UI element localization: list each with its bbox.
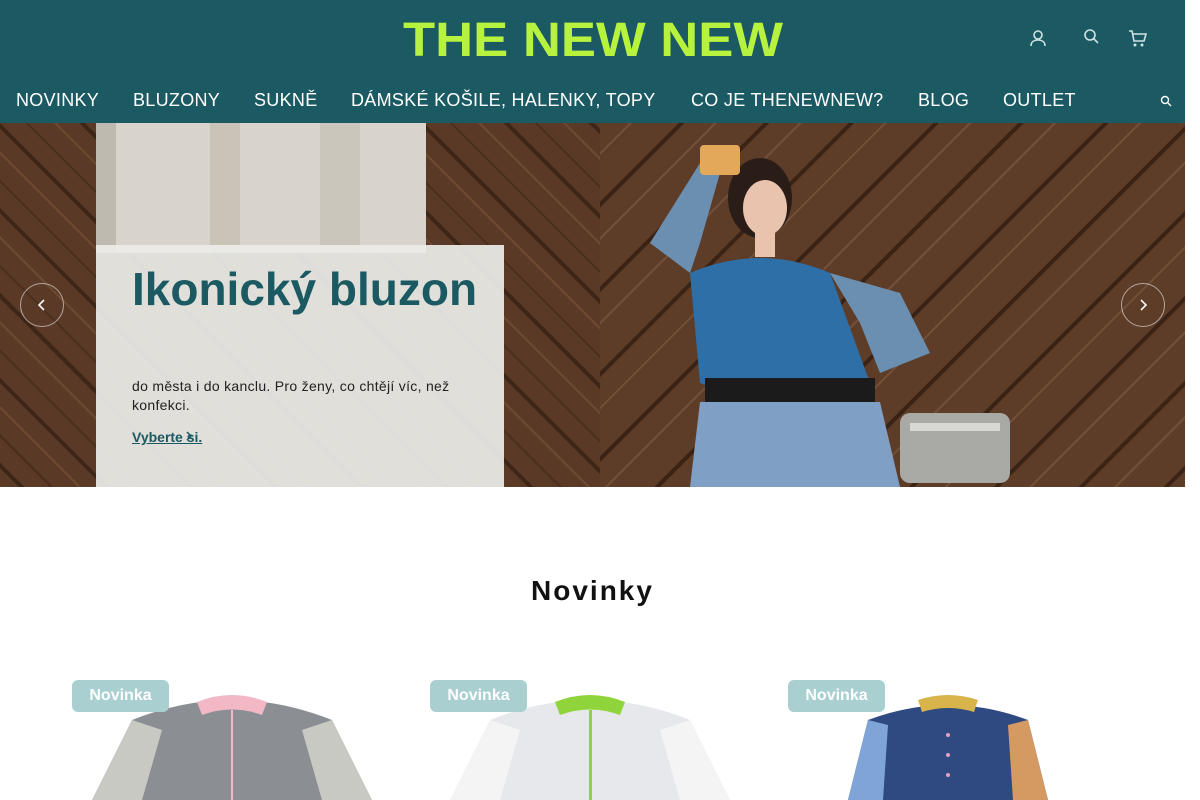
cart-icon[interactable]: [1127, 28, 1148, 54]
svg-text:THE NEW NEW: THE NEW NEW: [403, 14, 783, 64]
hero-description: do města i do kanclu. Pro ženy, co chtěj…: [132, 378, 450, 413]
logo-wordmark: THE NEW NEW: [403, 14, 783, 64]
nav-item-outlet[interactable]: OUTLET: [1003, 90, 1076, 111]
hero-slider: Ikonický bluzon do města i do kanclu. Pr…: [0, 123, 1185, 487]
chevron-left-icon: [37, 299, 45, 311]
nav-item-blog[interactable]: BLOG: [918, 90, 969, 111]
hero-title: Ikonický bluzon: [132, 263, 478, 315]
user-icon[interactable]: [1028, 28, 1048, 54]
nav-item-bluzony[interactable]: BLUZONY: [133, 90, 220, 111]
nav-item-novinky[interactable]: NOVINKY: [16, 90, 99, 111]
new-badge: Novinka: [72, 680, 169, 712]
nav-item-co-je[interactable]: CO JE THENEWNEW?: [691, 90, 883, 111]
site-header: THE NEW NEW NOVINKY BLUZONY SUKNĚ DÁMSKÉ…: [0, 0, 1185, 123]
brand-logo[interactable]: THE NEW NEW: [403, 14, 783, 64]
slider-next-button[interactable]: [1121, 283, 1165, 327]
chevron-right-icon: [1140, 299, 1148, 311]
product-card[interactable]: Novinka: [788, 680, 1128, 800]
hero-content-box: Ikonický bluzon do města i do kanclu. Pr…: [96, 245, 504, 487]
main-nav: NOVINKY BLUZONY SUKNĚ DÁMSKÉ KOŠILE, HAL…: [0, 84, 1185, 120]
product-card[interactable]: Novinka: [430, 680, 770, 800]
new-badge: Novinka: [788, 680, 885, 712]
search-icon[interactable]: [1083, 28, 1099, 50]
slider-prev-button[interactable]: [20, 283, 64, 327]
new-badge: Novinka: [430, 680, 527, 712]
nav-item-sukne[interactable]: SUKNĚ: [254, 90, 318, 111]
nav-item-kosile[interactable]: DÁMSKÉ KOŠILE, HALENKY, TOPY: [351, 90, 656, 111]
product-card[interactable]: Novinka: [72, 680, 412, 800]
arrow-right-icon: [184, 431, 196, 443]
nav-search-icon[interactable]: [1160, 94, 1172, 112]
section-title: Novinky: [531, 575, 654, 606]
